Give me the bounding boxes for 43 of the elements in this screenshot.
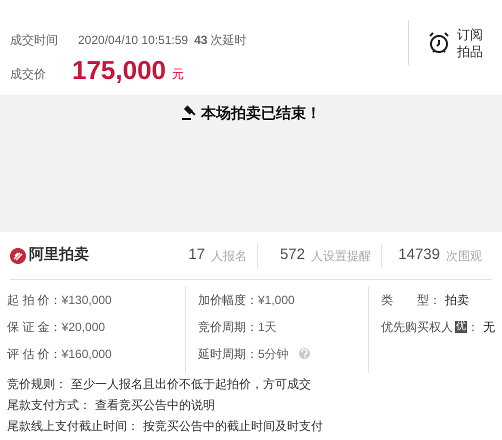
stat-label: 次围观 <box>446 248 482 264</box>
stat-label: 人报名 <box>211 248 247 264</box>
detail-value: ¥20,000 <box>62 318 106 336</box>
detail-value: ¥130,000 <box>62 292 112 308</box>
detail-label: 评 估 价： <box>7 346 62 362</box>
label: 成交价 <box>10 66 47 83</box>
detail-value: ¥160,000 <box>62 346 112 362</box>
currency: 元 <box>172 66 184 83</box>
stat-label: 人设置提醒 <box>311 248 371 264</box>
detail-value: 1天 <box>258 318 277 336</box>
ended-message: 本场拍卖已结束！ <box>201 105 321 123</box>
rule-value: 至少一人报名且出价不低于起拍价，方可成交 <box>71 376 311 392</box>
detail-label: 类 型： <box>381 292 441 308</box>
detail-label: 起 拍 价： <box>7 292 62 308</box>
rule-value: 查看竞买公告中的说明 <box>95 396 215 414</box>
deal-time: 2020/04/10 10:51:59 <box>78 32 188 49</box>
rule-label: 竞价规则： <box>7 376 67 392</box>
logo-icon <box>10 248 26 264</box>
stat-value: 17 <box>188 245 205 266</box>
stat-value: 14739 <box>398 245 440 266</box>
rule-value: 按竞买公告中的截止时间及时支付 <box>143 418 323 434</box>
detail-label: 竞价周期： <box>198 318 258 336</box>
subscribe-button[interactable]: 订阅 拍品 <box>408 20 502 65</box>
gavel-icon <box>181 105 197 121</box>
detail-label: 延时周期： <box>198 346 258 362</box>
detail-label: 保 证 金： <box>7 318 62 336</box>
alarm-clock-icon <box>427 30 451 54</box>
extension-count: 43 <box>194 32 208 49</box>
stat-value: 572 <box>280 245 305 266</box>
rule-label: 尾款线上支付截止时间： <box>7 418 139 434</box>
rule-label: 尾款支付方式： <box>7 396 91 414</box>
label: 次延时 <box>210 32 246 49</box>
deal-price: 175,000 <box>72 54 166 86</box>
detail-value: 无 <box>483 318 495 336</box>
label: 成交时间 <box>10 32 59 49</box>
detail-label: 加价幅度： <box>198 292 258 308</box>
brand-name: 阿里拍卖 <box>29 245 89 266</box>
detail-value: 5分钟 <box>258 346 289 362</box>
colon: ： <box>467 318 479 336</box>
detail-value: ¥1,000 <box>258 292 295 308</box>
priority-badge: 优 <box>455 320 467 332</box>
detail-value: 拍卖 <box>445 292 469 308</box>
detail-label: 优先购买权人 <box>381 318 453 336</box>
